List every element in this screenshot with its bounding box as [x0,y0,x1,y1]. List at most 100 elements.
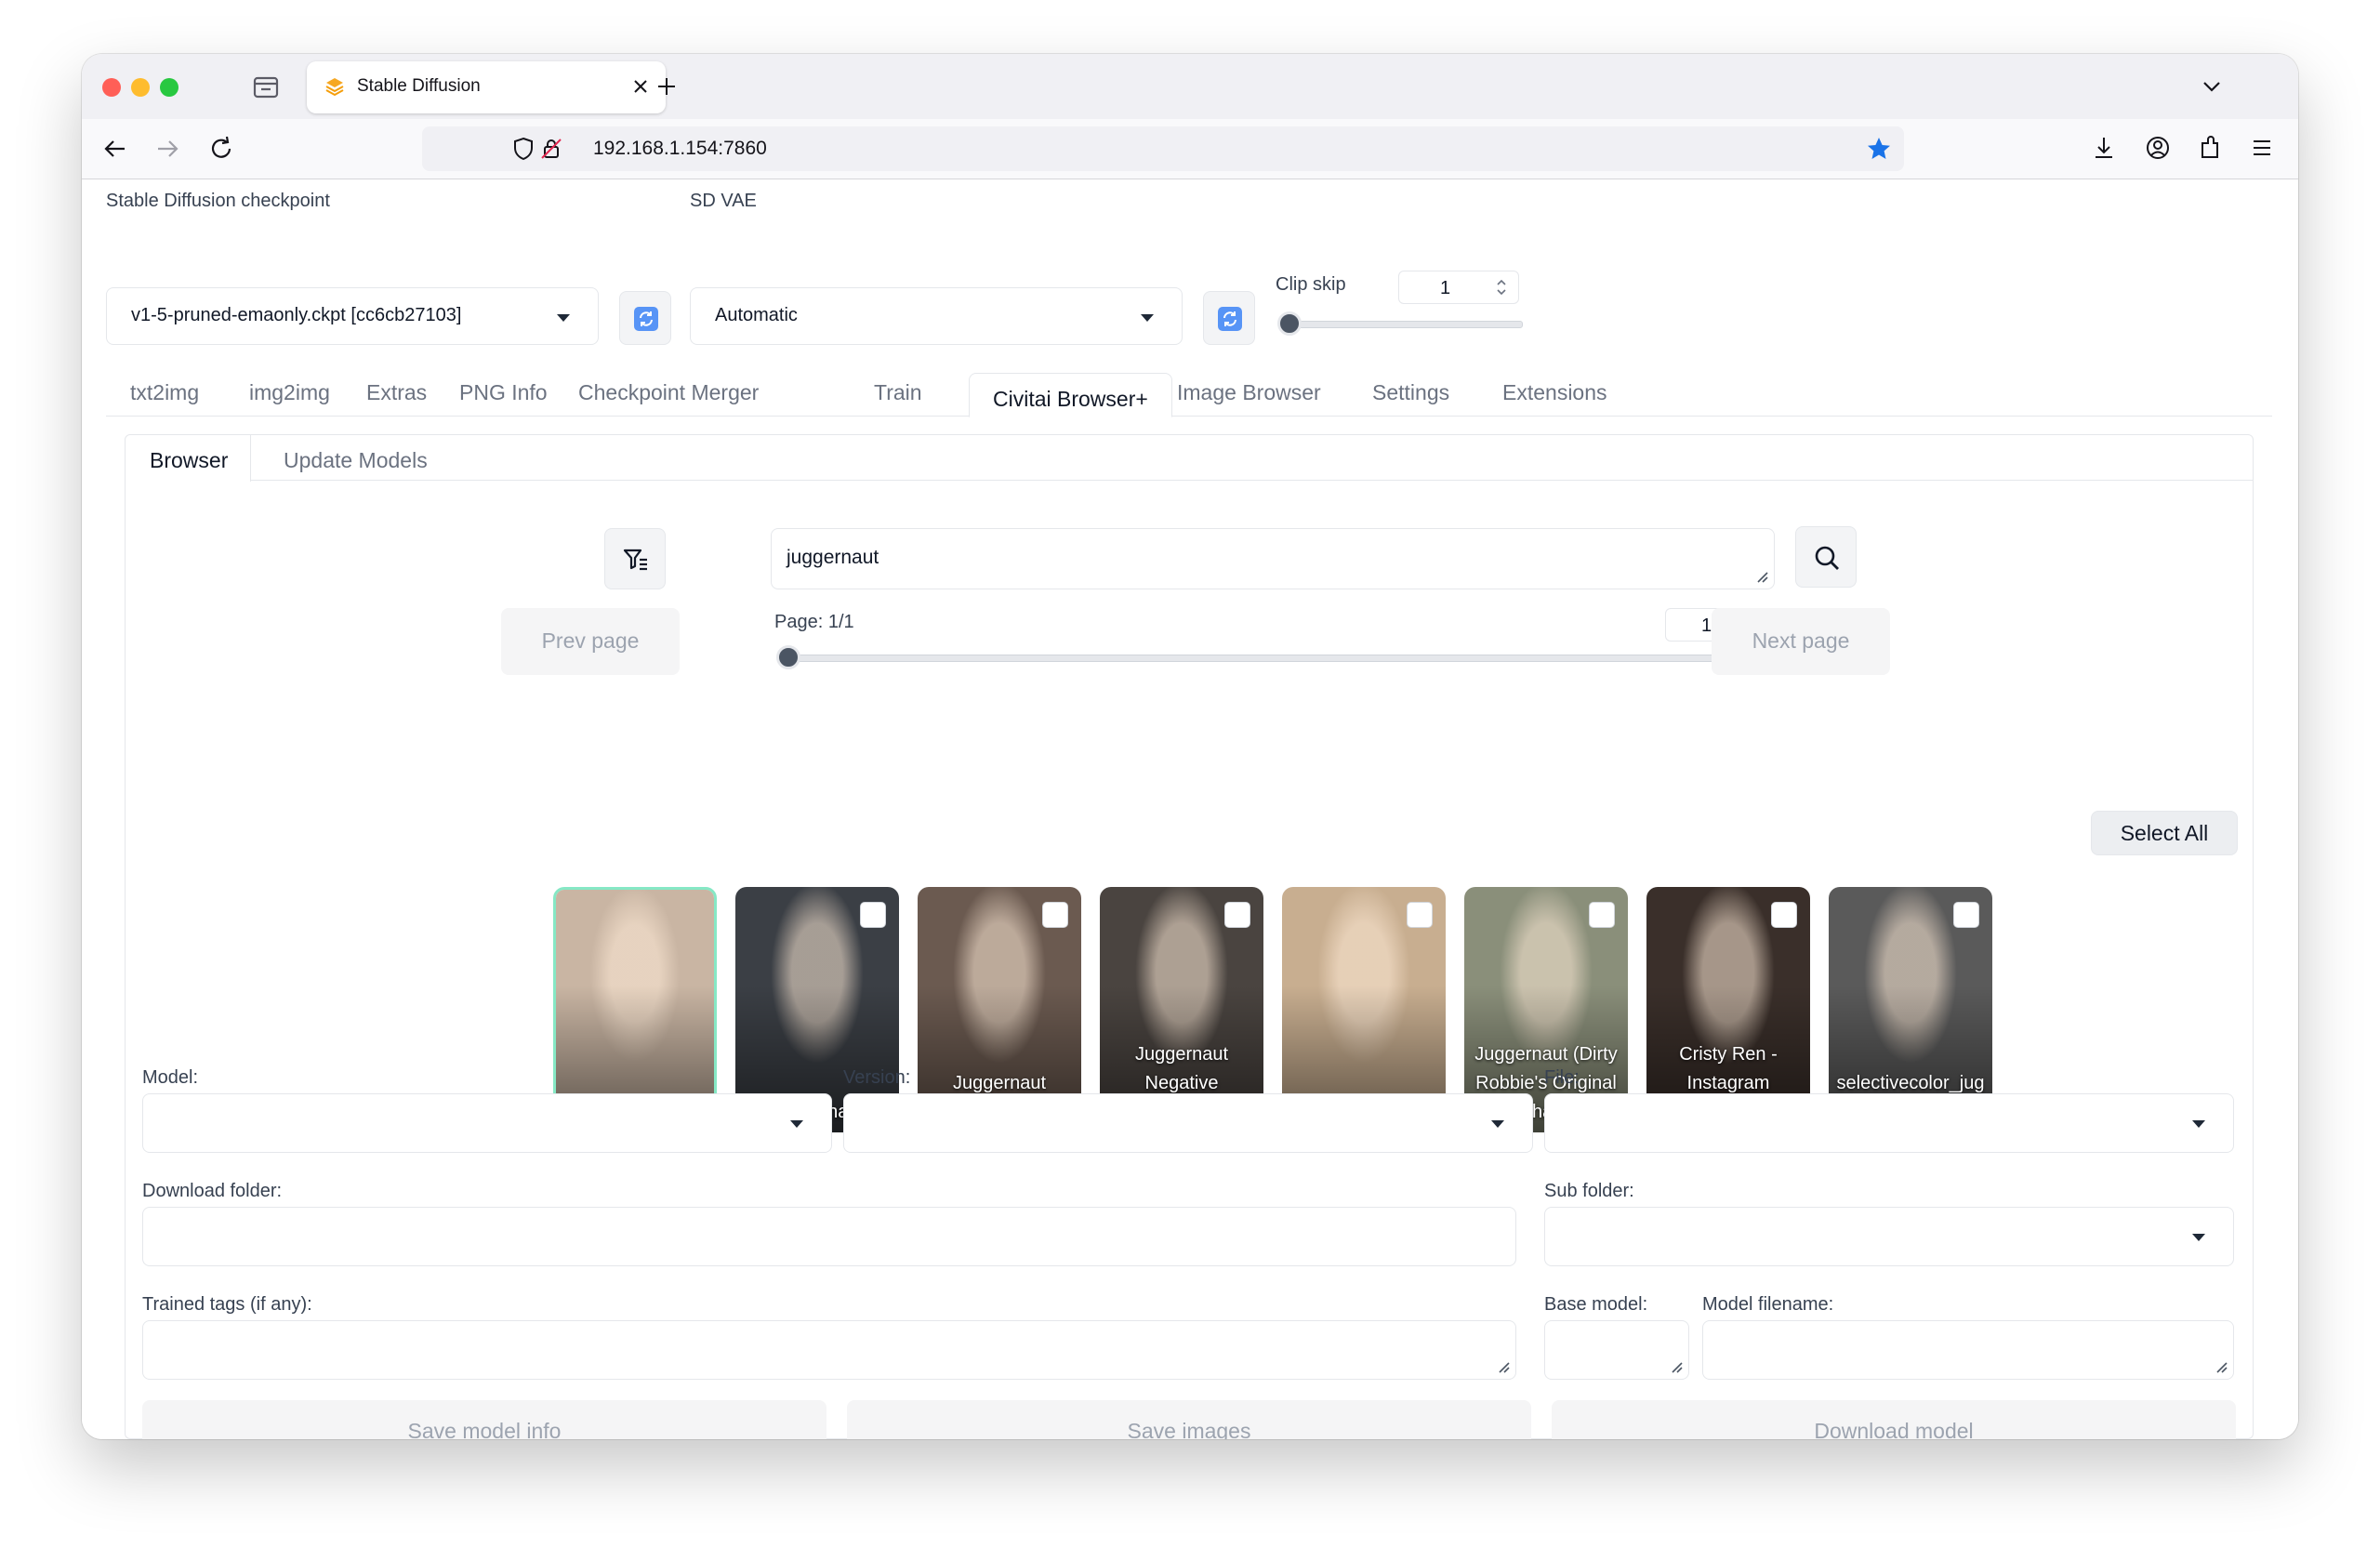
browser-tab[interactable]: Stable Diffusion [307,61,666,113]
page-label: Page: 1/1 [774,612,854,632]
url-text[interactable]: 192.168.1.154:7860 [593,138,767,160]
chevron-down-icon [790,1120,803,1128]
checkpoint-value: v1-5-pruned-emaonly.ckpt [cc6cb27103] [131,305,462,325]
vae-dropdown[interactable]: Automatic [690,287,1183,345]
page-slider-thumb[interactable] [776,645,800,669]
tab-settings[interactable]: Settings [1372,380,1449,405]
model-select-checkbox[interactable] [1042,902,1068,928]
resize-handle-icon[interactable] [1670,1360,1683,1373]
trained-tags-input[interactable] [142,1320,1516,1380]
chevron-down-icon[interactable] [2198,73,2226,100]
chevron-down-icon [2192,1234,2205,1241]
clip-skip-label: Clip skip [1276,274,1346,295]
page-slider-track[interactable] [787,655,1769,662]
civitai-panel: Browser Update Models juggernaut Prev pa… [125,434,2254,1439]
save-model-info-button[interactable]: Save model info [142,1400,826,1439]
tab-strip: Stable Diffusion [82,54,2298,119]
resize-handle-icon[interactable] [1755,570,1768,583]
close-window-button[interactable] [102,78,121,97]
version-label: Version: [843,1067,911,1088]
stepper-icon[interactable] [1494,276,1509,298]
tab-img2img[interactable]: img2img [249,380,330,405]
model-card-label-line: Cristy Ren - [1679,1044,1778,1065]
search-button[interactable] [1795,526,1857,588]
base-model-label: Base model: [1544,1294,1648,1315]
tab-civitai-browser[interactable]: Civitai Browser+ [969,373,1172,417]
chevron-down-icon [1491,1120,1504,1128]
model-select-checkbox[interactable] [860,902,886,928]
select-all-button[interactable]: Select All [2091,811,2238,855]
save-images-button[interactable]: Save images [847,1400,1531,1439]
model-card-label-line: Juggernaut [1134,1044,1229,1065]
refresh-icon [634,307,658,331]
model-select-checkbox[interactable] [1953,902,1979,928]
refresh-vae-button[interactable] [1203,291,1255,345]
tab-extensions[interactable]: Extensions [1502,380,1607,405]
checkpoint-dropdown[interactable]: v1-5-pruned-emaonly.ckpt [cc6cb27103] [106,287,599,345]
webui-page: Stable Diffusion checkpoint v1-5-pruned-… [82,179,2298,1439]
model-select-checkbox[interactable] [1224,902,1250,928]
download-model-button[interactable]: Download model [1552,1400,2236,1439]
url-bar[interactable]: 192.168.1.154:7860 [422,126,1904,171]
sub-folder-label: Sub folder: [1544,1181,1634,1201]
plus-icon[interactable] [651,71,682,102]
close-icon[interactable] [628,74,653,99]
model-select-checkbox[interactable] [1407,902,1433,928]
vae-value: Automatic [715,305,798,325]
refresh-checkpoint-button[interactable] [619,291,671,345]
subtab-update-models[interactable]: Update Models [284,448,428,473]
menu-icon[interactable] [2246,132,2278,164]
forward-arrow-icon[interactable] [151,132,184,165]
stable-diffusion-favicon [325,78,344,97]
tab-image-browser[interactable]: Image Browser [1177,380,1321,405]
reload-icon[interactable] [205,132,238,165]
file-dropdown[interactable] [1544,1093,2234,1153]
sub-folder-dropdown[interactable] [1544,1207,2234,1266]
filter-button[interactable] [604,528,666,589]
file-label: File: [1544,1067,1580,1088]
version-dropdown[interactable] [843,1093,1533,1153]
next-page-button[interactable]: Next page [1712,608,1890,675]
tab-train[interactable]: Train [874,380,922,405]
tab-checkpoint-merger[interactable]: Checkpoint Merger [578,380,759,405]
maximize-window-button[interactable] [160,78,178,97]
page-number-value: 1 [1701,615,1712,636]
model-card-label-line: Juggernaut (Dirty [1474,1044,1618,1065]
model-select-checkbox[interactable] [1771,902,1797,928]
download-icon[interactable] [2088,132,2120,164]
resize-handle-icon[interactable] [1497,1360,1510,1373]
clip-skip-value: 1 [1440,278,1451,298]
account-icon[interactable] [2142,132,2174,164]
model-dropdown[interactable] [142,1093,832,1153]
star-icon[interactable] [1865,135,1893,163]
extensions-icon[interactable] [2194,132,2226,164]
sub-tabs: Browser Update Models [126,435,2253,482]
tab-txt2img[interactable]: txt2img [130,380,199,405]
tab-extras[interactable]: Extras [366,380,427,405]
chevron-down-icon [557,314,570,322]
model-filename-input[interactable] [1702,1320,2234,1380]
clip-skip-slider-track[interactable] [1289,321,1523,328]
subtab-browser[interactable]: Browser [126,435,252,482]
back-arrow-icon[interactable] [99,132,132,165]
model-filename-label: Model filename: [1702,1294,1834,1315]
browser-window: Stable Diffusion 192.168.1.154:7860 Stab… [82,54,2298,1439]
search-query: juggernaut [787,547,879,568]
resize-handle-icon[interactable] [2215,1360,2228,1373]
filter-icon [623,549,647,571]
clip-skip-slider-thumb[interactable] [1277,311,1302,336]
insecure-lock-icon[interactable] [539,137,563,161]
trained-tags-label: Trained tags (if any): [142,1294,312,1315]
refresh-icon [1218,307,1242,331]
chevron-down-icon [1141,314,1154,322]
clip-skip-input[interactable]: 1 [1398,271,1519,304]
minimize-window-button[interactable] [131,78,150,97]
tab-png-info[interactable]: PNG Info [459,380,548,405]
prev-page-button[interactable]: Prev page [501,608,680,675]
search-input[interactable]: juggernaut [771,528,1775,589]
search-icon [1815,546,1839,570]
base-model-input[interactable] [1544,1320,1689,1380]
tabs-list-icon[interactable] [251,73,281,102]
download-folder-input[interactable] [142,1207,1516,1266]
model-select-checkbox[interactable] [1589,902,1615,928]
